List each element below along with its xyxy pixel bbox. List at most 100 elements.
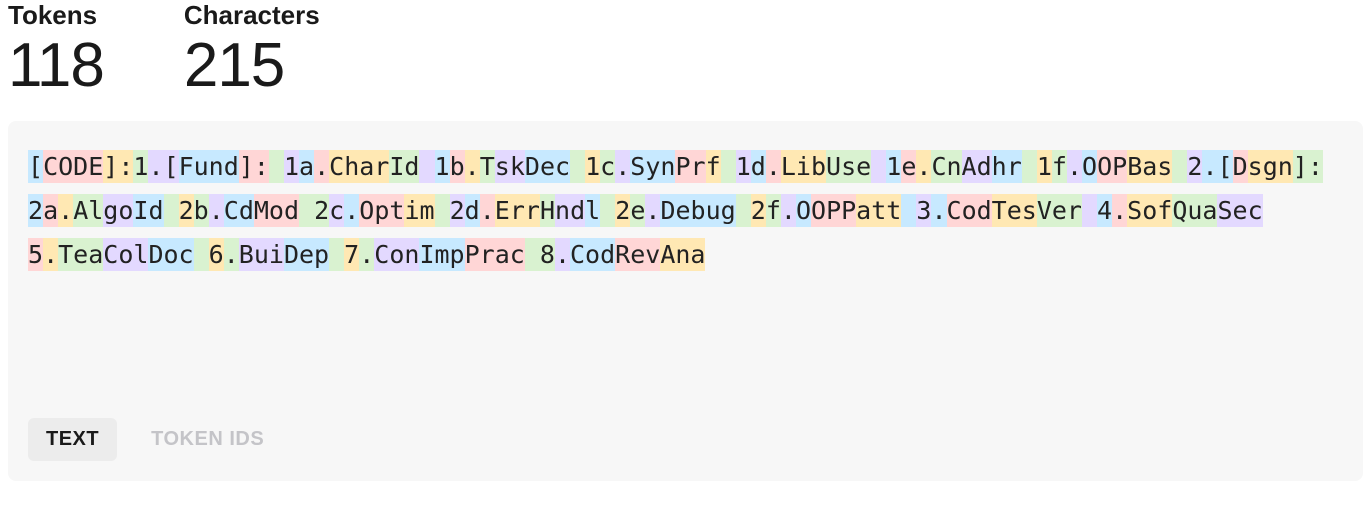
- token: Tea: [58, 238, 103, 271]
- token: [721, 150, 736, 183]
- token: Dec: [525, 150, 570, 183]
- token: .[: [1202, 150, 1232, 183]
- token: att: [856, 194, 901, 227]
- view-tabs: TEXT TOKEN IDS: [28, 418, 1343, 461]
- token: .[: [148, 150, 178, 183]
- token: Cn: [931, 150, 961, 183]
- token: 7: [344, 238, 359, 271]
- token: 1: [133, 150, 148, 183]
- token: ]:: [1293, 150, 1323, 183]
- token: 2: [615, 194, 630, 227]
- token: Imp: [419, 238, 464, 271]
- token: Cod: [570, 238, 615, 271]
- characters-label: Characters: [184, 0, 320, 31]
- tokens-label: Tokens: [8, 0, 104, 31]
- token: 4: [1097, 194, 1112, 227]
- token: Dep: [284, 238, 329, 271]
- token: 5: [28, 238, 43, 271]
- token: Qua: [1172, 194, 1217, 227]
- token: Cd: [224, 194, 254, 227]
- token: Syn: [630, 150, 675, 183]
- token: Rev: [615, 238, 660, 271]
- token: [871, 150, 886, 183]
- tokens-value: 118: [8, 35, 104, 97]
- token: Ver: [1037, 194, 1082, 227]
- token: [1082, 194, 1097, 227]
- token: .: [916, 150, 931, 183]
- token: [1022, 150, 1037, 183]
- token: Mod: [254, 194, 299, 227]
- token: CODE: [43, 150, 103, 183]
- token: Err: [495, 194, 540, 227]
- token: Bui: [239, 238, 284, 271]
- token: d: [465, 194, 480, 227]
- token: 1: [585, 150, 600, 183]
- token: O: [1082, 150, 1097, 183]
- token: sgn: [1248, 150, 1293, 183]
- token: .: [480, 194, 495, 227]
- token: f: [1052, 150, 1067, 183]
- token: e: [901, 150, 916, 183]
- token: .: [645, 194, 660, 227]
- token: Char: [329, 150, 389, 183]
- token: 1: [886, 150, 901, 183]
- token: Lib: [781, 150, 826, 183]
- token: [1172, 150, 1187, 183]
- token: Use: [826, 150, 871, 183]
- token: T: [480, 150, 495, 183]
- token: [419, 150, 434, 183]
- token: .: [465, 150, 480, 183]
- characters-stat: Characters 215: [184, 0, 320, 97]
- token: f: [766, 194, 781, 227]
- token: Opt: [359, 194, 404, 227]
- token: 2: [28, 194, 43, 227]
- token: e: [630, 194, 645, 227]
- token: 3: [916, 194, 931, 227]
- token: Id: [389, 150, 419, 183]
- token: 2: [751, 194, 766, 227]
- token: im: [404, 194, 434, 227]
- token: Prac: [465, 238, 525, 271]
- token: 6: [209, 238, 224, 271]
- token: Sec: [1217, 194, 1262, 227]
- token: nd: [555, 194, 585, 227]
- token: [435, 194, 450, 227]
- token: .: [781, 194, 796, 227]
- token: l: [585, 194, 600, 227]
- token: sk: [495, 150, 525, 183]
- token: f: [706, 150, 721, 183]
- token: d: [751, 150, 766, 183]
- tab-token-ids[interactable]: TOKEN IDS: [133, 418, 282, 461]
- token: .: [314, 150, 329, 183]
- token: .: [931, 194, 946, 227]
- token: [736, 194, 751, 227]
- tokens-stat: Tokens 118: [8, 0, 104, 97]
- token: go: [103, 194, 133, 227]
- token: OPP: [811, 194, 856, 227]
- characters-value: 215: [184, 35, 320, 97]
- token: Id: [133, 194, 163, 227]
- token: Debug: [660, 194, 735, 227]
- token: [525, 238, 540, 271]
- stats-row: Tokens 118 Characters 215: [8, 0, 1363, 121]
- token: OP: [1097, 150, 1127, 183]
- token: Pr: [675, 150, 705, 183]
- tokenized-text: [CODE]:1.[Fund]: 1a.CharId 1b.TskDec 1c.…: [28, 145, 1343, 276]
- token: 1: [435, 150, 450, 183]
- token: .: [58, 194, 73, 227]
- token: Cod: [947, 194, 992, 227]
- token: O: [796, 194, 811, 227]
- token: .: [1067, 150, 1082, 183]
- token: .: [344, 194, 359, 227]
- token: [: [28, 150, 43, 183]
- token: .: [766, 150, 781, 183]
- token: .: [615, 150, 630, 183]
- token: 2: [1187, 150, 1202, 183]
- token: [269, 150, 284, 183]
- tab-text[interactable]: TEXT: [28, 418, 117, 461]
- token: c: [329, 194, 344, 227]
- token: H: [540, 194, 555, 227]
- token: [329, 238, 344, 271]
- token: Al: [73, 194, 103, 227]
- token: [299, 194, 314, 227]
